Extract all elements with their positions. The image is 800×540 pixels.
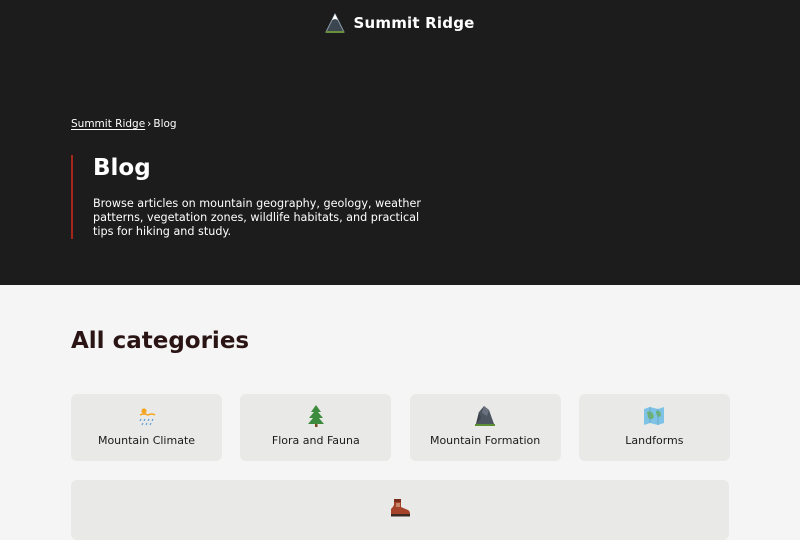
category-card-landforms[interactable]: Landforms (578, 394, 730, 461)
mountain-logo-icon (325, 12, 346, 33)
category-label: Mountain Climate (97, 434, 196, 447)
weather-icon (138, 408, 155, 426)
breadcrumb-home-link[interactable]: Summit Ridge (71, 118, 145, 130)
brand[interactable]: Summit Ridge (0, 12, 800, 34)
breadcrumb-current: Blog (153, 118, 177, 130)
category-card-hiking[interactable] (71, 480, 729, 540)
breadcrumb: Summit Ridge › Blog (71, 118, 177, 130)
category-label: Mountain Formation (429, 434, 541, 447)
category-card-flora-and-fauna[interactable]: Flora and Fauna (240, 394, 392, 461)
category-grid: Mountain Climate Flora and Fauna Mountai… (71, 394, 730, 461)
hiking-boot-icon (391, 499, 410, 517)
category-card-mountain-climate[interactable]: Mountain Climate (71, 394, 222, 461)
tree-icon (307, 405, 324, 427)
category-label: Landforms (625, 434, 684, 447)
hero-section: Summit Ridge Summit Ridge › Blog Blog Brow… (0, 0, 800, 285)
category-label: Flora and Fauna (271, 434, 360, 447)
page-title: Blog (93, 155, 151, 181)
categories-title: All categories (71, 328, 250, 354)
category-card-mountain-formation[interactable]: Mountain Formation (409, 394, 561, 461)
page-description: Browse articles on mountain geography, g… (93, 197, 421, 238)
breadcrumb-separator: › (147, 118, 152, 130)
rock-icon (475, 406, 496, 426)
brand-name: Summit Ridge (353, 14, 475, 32)
intro-block: Blog Browse articles on mountain geograp… (71, 155, 453, 239)
map-icon (644, 407, 665, 425)
